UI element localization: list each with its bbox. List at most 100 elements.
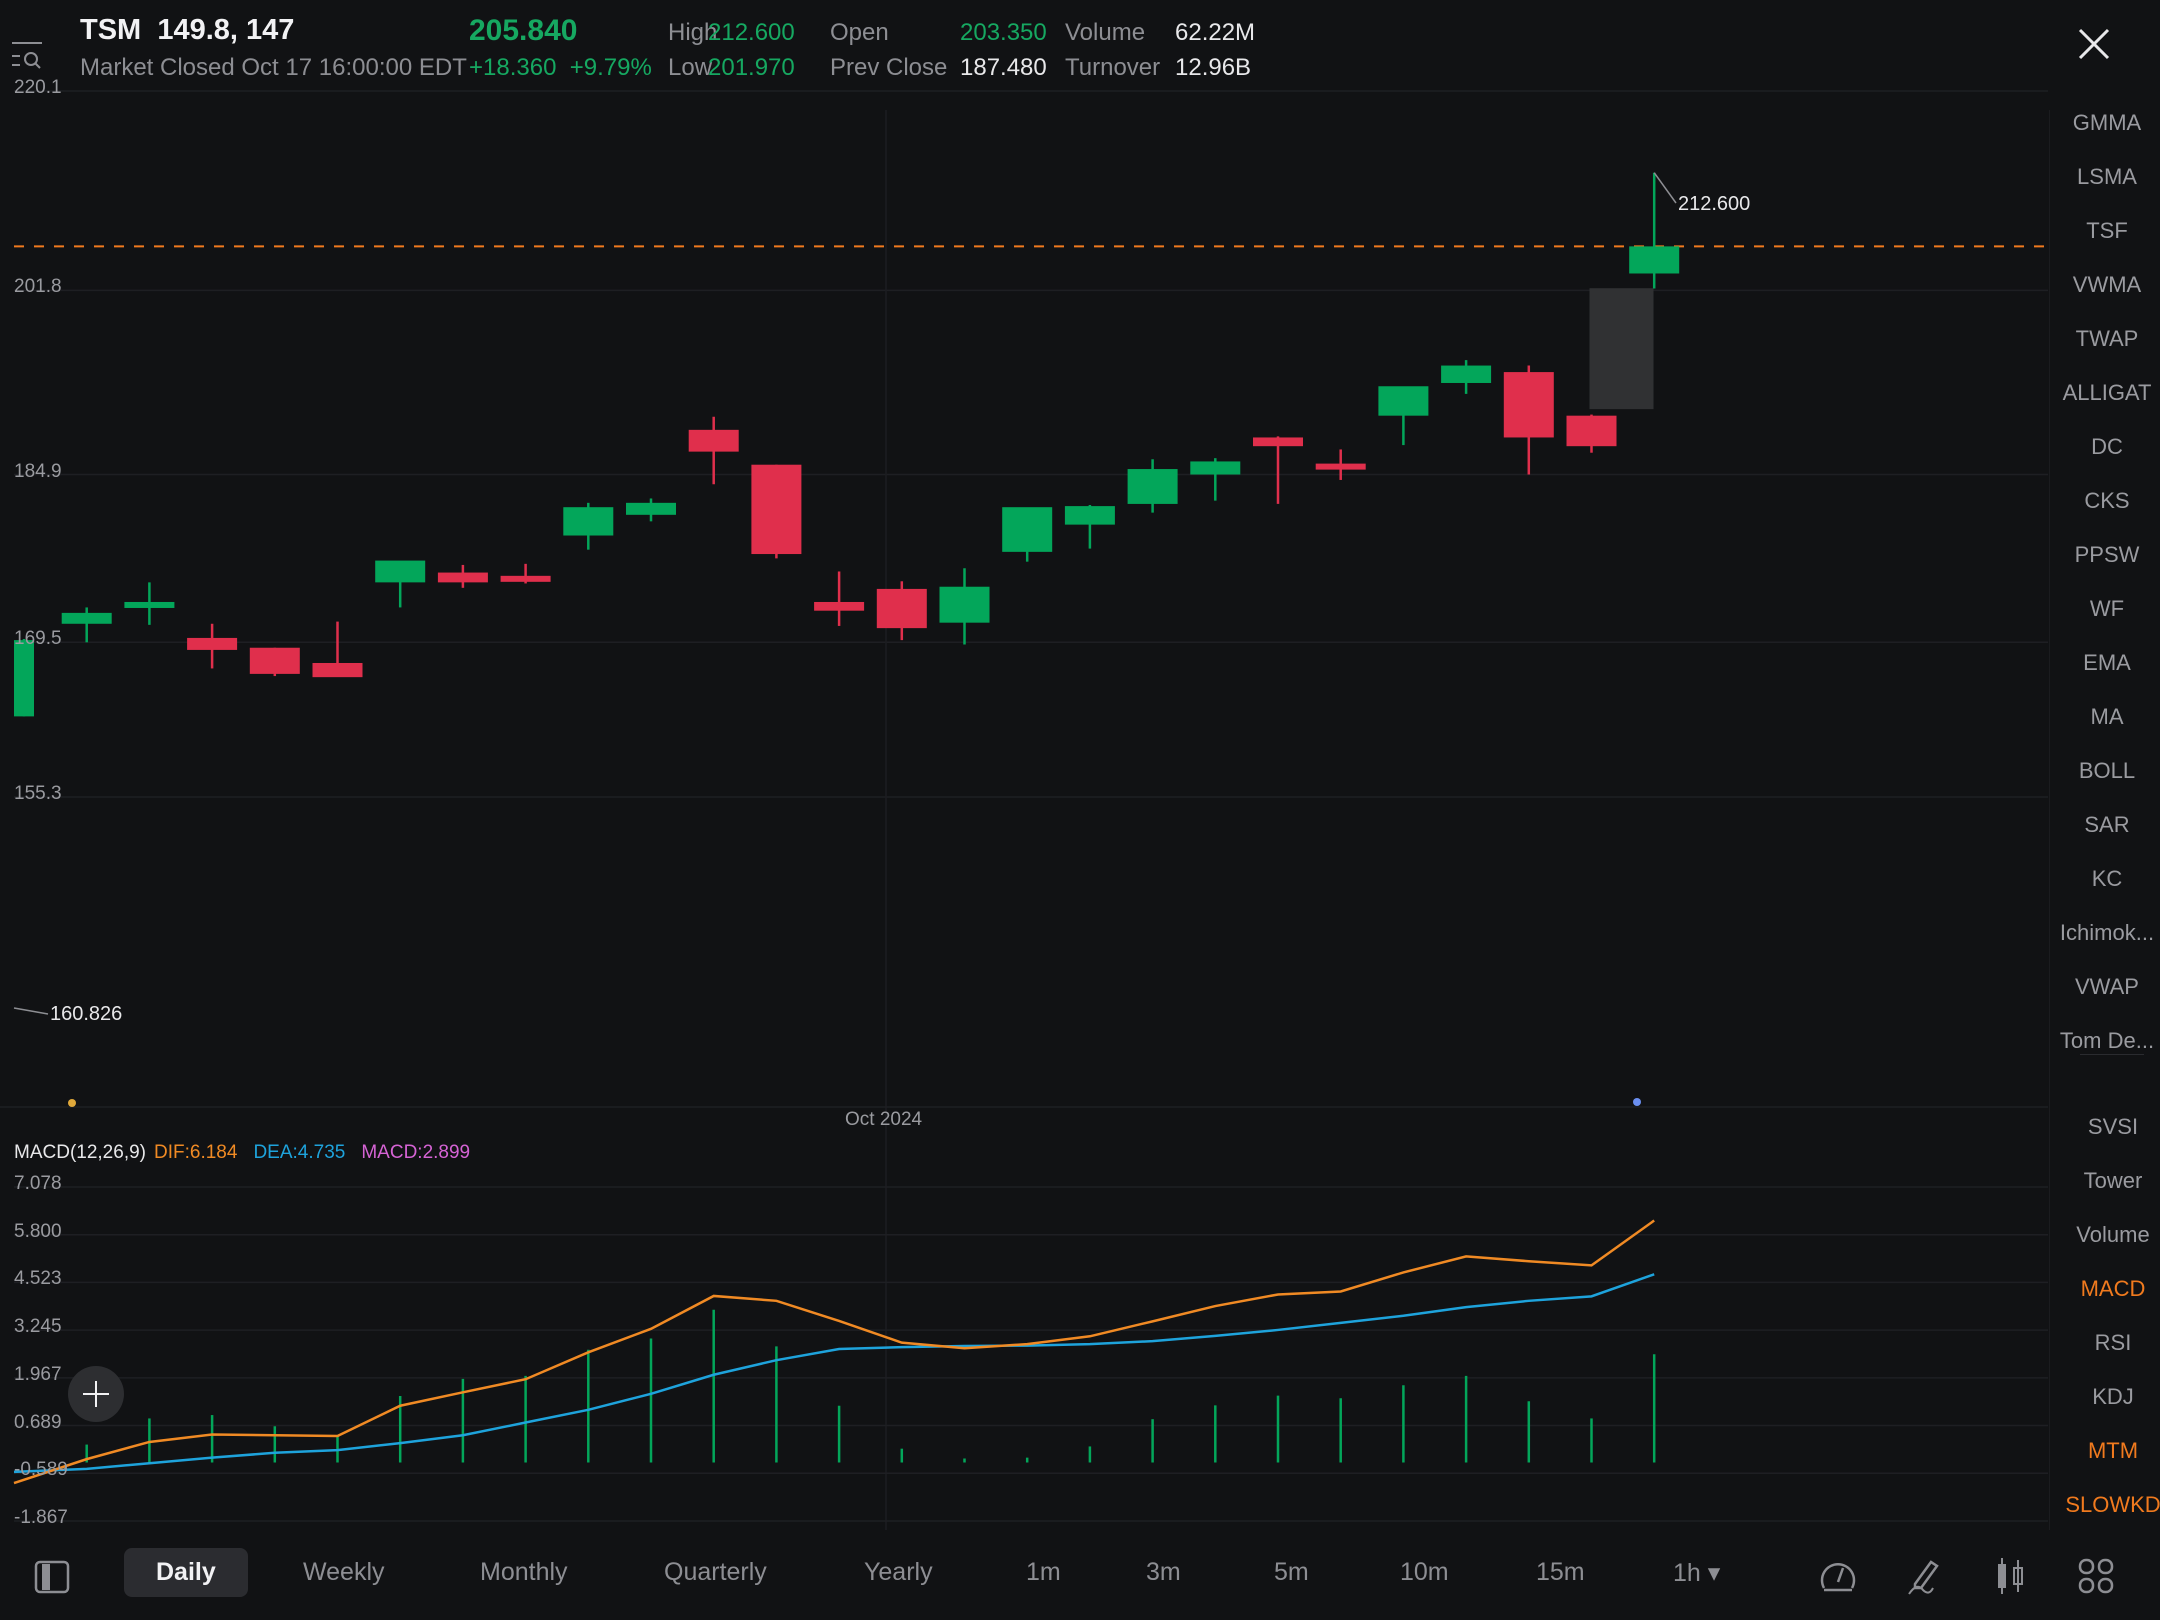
- min-price-marker: 160.826: [50, 1003, 123, 1025]
- candle: [1378, 386, 1429, 446]
- indicator-sar[interactable]: SAR: [2046, 812, 2160, 838]
- sub-indicator-volume[interactable]: Volume: [2052, 1222, 2160, 1248]
- timeframe-tab-15m[interactable]: 15m: [1536, 1558, 1585, 1587]
- candles: [13, 172, 1680, 1107]
- candle: [124, 582, 175, 625]
- candle-body: [1127, 469, 1178, 504]
- candle-body: [1441, 365, 1492, 383]
- indicator-twap[interactable]: TWAP: [2046, 326, 2160, 352]
- indicator-ma[interactable]: MA: [2046, 704, 2160, 730]
- timeframe-tab-quarterly[interactable]: Quarterly: [664, 1558, 767, 1587]
- macd-tick-label: 4.523: [14, 1268, 62, 1290]
- price-tick-label: 201.8: [14, 276, 62, 298]
- macd-hist-legend: MACD:2.899: [361, 1142, 471, 1163]
- candle-body: [500, 575, 551, 582]
- indicator-boll[interactable]: BOLL: [2046, 758, 2160, 784]
- macd-name: MACD: [361, 1142, 418, 1163]
- sub-indicator-slowkd[interactable]: SLOWKD: [2052, 1492, 2160, 1518]
- candle: [437, 564, 488, 588]
- timeframe-tab-3m[interactable]: 3m: [1146, 1558, 1181, 1587]
- macd-tick-label: -1.867: [14, 1507, 68, 1528]
- candle-body: [61, 612, 112, 624]
- candle: [249, 647, 300, 677]
- dif-legend: DIF:6.184: [154, 1142, 238, 1163]
- macd-tick-label: 0.689: [14, 1411, 62, 1433]
- timeframe-tab-5m[interactable]: 5m: [1274, 1558, 1309, 1587]
- indicator-tsf[interactable]: TSF: [2046, 218, 2160, 244]
- dea-line: [13, 1273, 1655, 1474]
- more-grid-icon[interactable]: [2076, 1556, 2116, 1596]
- candle: [187, 623, 238, 669]
- timeframe-tab-monthly[interactable]: Monthly: [480, 1558, 568, 1587]
- candle: [1002, 507, 1053, 562]
- add-drawing-button[interactable]: [68, 1366, 124, 1422]
- sub-indicator-svsi[interactable]: SVSI: [2052, 1114, 2160, 1140]
- dif-line: [13, 1219, 1655, 1485]
- candle-body: [1190, 461, 1241, 475]
- candle-body: [876, 588, 927, 629]
- dea-value: 4.735: [297, 1142, 346, 1163]
- sub-indicator-rsi[interactable]: RSI: [2052, 1330, 2160, 1356]
- timeframe-tab-1m[interactable]: 1m: [1026, 1558, 1061, 1587]
- price-tick-label: 184.9: [14, 460, 62, 482]
- candle: [1441, 360, 1492, 394]
- sub-indicator-mtm[interactable]: MTM: [2052, 1438, 2160, 1464]
- candle: [375, 560, 426, 608]
- close-icon[interactable]: [2076, 26, 2112, 62]
- indicator-vwma[interactable]: VWMA: [2046, 272, 2160, 298]
- timeframe-tab-yearly[interactable]: Yearly: [864, 1558, 933, 1587]
- macd-value: 2.899: [422, 1142, 471, 1163]
- candle: [814, 571, 865, 626]
- indicator-ema[interactable]: EMA: [2046, 650, 2160, 676]
- indicator-lsma[interactable]: LSMA: [2046, 164, 2160, 190]
- timeframe-tab-10m[interactable]: 10m: [1400, 1558, 1449, 1587]
- gap-box: [1589, 288, 1654, 410]
- candle-body: [1002, 507, 1053, 552]
- candle-body: [1629, 246, 1680, 274]
- event-dot: [1633, 1098, 1641, 1106]
- sub-indicator-tower[interactable]: Tower: [2052, 1168, 2160, 1194]
- dif-value: 6.184: [189, 1142, 238, 1163]
- candle: [1503, 365, 1554, 475]
- candle-body: [688, 429, 739, 452]
- candle: [1253, 436, 1303, 504]
- indicator-kc[interactable]: KC: [2046, 866, 2160, 892]
- speedometer-icon[interactable]: [1818, 1556, 1858, 1596]
- candle-body: [437, 572, 488, 583]
- candle: [1566, 414, 1617, 453]
- indicator-vwap[interactable]: VWAP: [2046, 974, 2160, 1000]
- candle-body: [14, 640, 34, 717]
- price-tick-label: 155.3: [14, 783, 62, 804]
- sub-indicator-macd[interactable]: MACD: [2052, 1276, 2160, 1302]
- price-chart[interactable]: [0, 0, 2048, 1530]
- candle-body: [375, 560, 426, 583]
- price-tick-label: 220.1: [14, 77, 62, 98]
- indicator-ppsw[interactable]: PPSW: [2046, 542, 2160, 568]
- indicator-alligat[interactable]: ALLIGAT: [2046, 380, 2160, 406]
- macd-tick-label: 3.245: [14, 1316, 62, 1338]
- dea-legend: DEA:4.735: [253, 1142, 346, 1163]
- candle: [312, 621, 363, 678]
- max-price-marker: 212.600: [1678, 193, 1751, 215]
- candle: [14, 639, 34, 717]
- candle-body: [939, 586, 990, 623]
- grid-lines: [0, 90, 2048, 1530]
- timeframe-tab-1h[interactable]: 1h ▾: [1673, 1558, 1720, 1588]
- candle: [61, 607, 112, 643]
- timeframe-tab-weekly[interactable]: Weekly: [303, 1558, 385, 1587]
- macd-tick-label: 7.078: [14, 1173, 62, 1194]
- indicator-dc[interactable]: DC: [2046, 434, 2160, 460]
- x-axis-label: Oct 2024: [845, 1109, 923, 1130]
- layout-toggle-icon[interactable]: [32, 1556, 72, 1596]
- indicator-cks[interactable]: CKS: [2046, 488, 2160, 514]
- sub-indicator-kdj[interactable]: KDJ: [2052, 1384, 2160, 1410]
- draw-pencil-icon[interactable]: [1905, 1556, 1945, 1596]
- indicator-wf[interactable]: WF: [2046, 596, 2160, 622]
- timeframe-tab-daily[interactable]: Daily: [124, 1548, 248, 1597]
- indicator-tomde[interactable]: Tom De...: [2046, 1028, 2160, 1054]
- indicator-gmma[interactable]: GMMA: [2046, 110, 2160, 136]
- macd-tick-label: 5.800: [14, 1220, 62, 1242]
- dif-name: DIF: [154, 1142, 185, 1163]
- candle-type-icon[interactable]: [1990, 1556, 2030, 1596]
- indicator-ichimok[interactable]: Ichimok...: [2046, 920, 2160, 946]
